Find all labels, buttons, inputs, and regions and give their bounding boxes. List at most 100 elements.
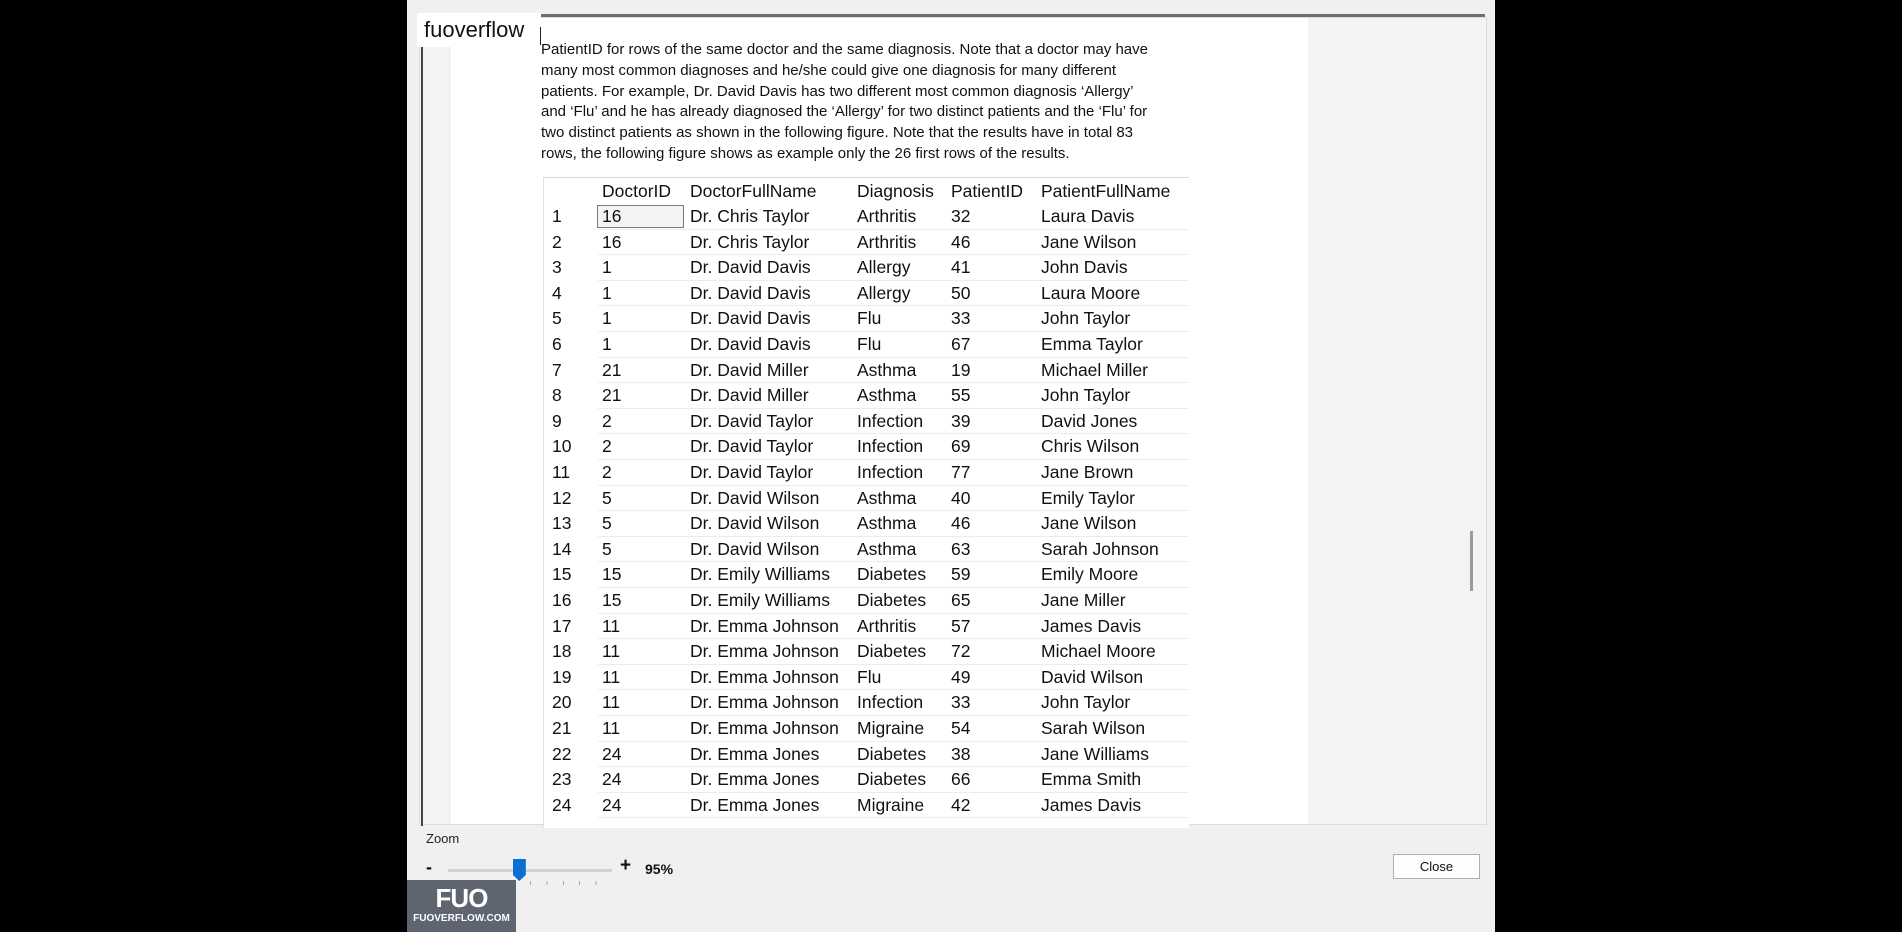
patient-name-cell[interactable]: James Davis xyxy=(1041,614,1141,640)
doctor-id-cell[interactable]: 11 xyxy=(602,716,620,742)
diagnosis-cell[interactable]: Migraine xyxy=(857,793,924,819)
diagnosis-cell[interactable]: Diabetes xyxy=(857,767,926,793)
patient-name-cell[interactable]: Emma Smith xyxy=(1041,767,1141,793)
table-row[interactable]: 4 1 Dr. David Davis Allergy 50 Laura Moore xyxy=(544,281,1189,307)
table-row[interactable]: 19 11 Dr. Emma Johnson Flu 49 David Wilson xyxy=(544,665,1189,691)
doctor-name-cell[interactable]: Dr. Emma Johnson xyxy=(690,690,839,716)
doctor-id-cell[interactable]: 1 xyxy=(602,332,612,358)
diagnosis-cell[interactable]: Arthritis xyxy=(857,204,916,230)
patient-name-cell[interactable]: David Jones xyxy=(1041,409,1137,435)
patient-name-cell[interactable]: James Davis xyxy=(1041,793,1141,819)
patient-name-cell[interactable]: John Taylor xyxy=(1041,383,1130,409)
patient-id-cell[interactable]: 57 xyxy=(951,614,970,640)
patient-name-cell[interactable]: Sarah Wilson xyxy=(1041,716,1145,742)
patient-name-cell[interactable]: Jane Wilson xyxy=(1041,511,1136,537)
diagnosis-cell[interactable]: Arthritis xyxy=(857,614,916,640)
table-row[interactable]: 10 2 Dr. David Taylor Infection 69 Chris Wils… xyxy=(544,434,1189,460)
doctor-id-cell[interactable]: 21 xyxy=(602,358,621,384)
diagnosis-cell[interactable]: Flu xyxy=(857,665,881,691)
patient-name-cell[interactable]: John Davis xyxy=(1041,255,1128,281)
doctor-name-cell[interactable]: Dr. Emma Jones xyxy=(690,793,819,819)
doctor-id-cell[interactable]: 5 xyxy=(602,511,612,537)
patient-id-cell[interactable]: 33 xyxy=(951,306,970,332)
doctor-id-cell[interactable]: 15 xyxy=(602,588,621,614)
doctor-name-cell[interactable]: Dr. Emily Williams xyxy=(690,588,830,614)
patient-id-cell[interactable]: 50 xyxy=(951,281,970,307)
doctor-name-cell[interactable]: Dr. Emma Johnson xyxy=(690,716,839,742)
doctor-id-cell[interactable]: 1 xyxy=(602,255,612,281)
patient-id-cell[interactable]: 59 xyxy=(951,562,970,588)
diagnosis-cell[interactable]: Infection xyxy=(857,434,923,460)
patient-id-cell[interactable]: 39 xyxy=(951,409,970,435)
table-row[interactable]: 13 5 Dr. David Wilson Asthma 46 Jane Wilson xyxy=(544,511,1189,537)
table-row[interactable]: 16 15 Dr. Emily Williams Diabetes 65 Jane Mil… xyxy=(544,588,1189,614)
table-row[interactable]: 22 24 Dr. Emma Jones Diabetes 38 Jane William… xyxy=(544,742,1189,768)
doctor-name-cell[interactable]: Dr. David Davis xyxy=(690,281,811,307)
doctor-id-cell[interactable]: 21 xyxy=(602,383,621,409)
doctor-id-cell[interactable]: 2 xyxy=(602,460,612,486)
doctor-name-cell[interactable]: Dr. Emma Jones xyxy=(690,742,819,768)
table-row[interactable]: 18 11 Dr. Emma Johnson Diabetes 72 Michael Mo… xyxy=(544,639,1189,665)
patient-id-cell[interactable]: 55 xyxy=(951,383,970,409)
patient-id-cell[interactable]: 41 xyxy=(951,255,970,281)
column-header[interactable]: Diagnosis xyxy=(857,179,934,203)
diagnosis-cell[interactable]: Flu xyxy=(857,306,881,332)
doctor-name-cell[interactable]: Dr. Emma Jones xyxy=(690,767,819,793)
zoom-slider-track[interactable] xyxy=(448,869,612,872)
patient-id-cell[interactable]: 69 xyxy=(951,434,970,460)
diagnosis-cell[interactable]: Allergy xyxy=(857,281,911,307)
table-row[interactable]: 2 16 Dr. Chris Taylor Arthritis 46 Jane Wilso… xyxy=(544,230,1189,256)
diagnosis-cell[interactable]: Infection xyxy=(857,690,923,716)
doctor-id-cell[interactable]: 2 xyxy=(602,434,612,460)
column-header[interactable]: PatientID xyxy=(951,179,1023,203)
doctor-name-cell[interactable]: Dr. David Miller xyxy=(690,358,809,384)
doctor-id-cell[interactable]: 5 xyxy=(602,486,612,512)
diagnosis-cell[interactable]: Flu xyxy=(857,332,881,358)
diagnosis-cell[interactable]: Diabetes xyxy=(857,742,926,768)
patient-id-cell[interactable]: 77 xyxy=(951,460,970,486)
diagnosis-cell[interactable]: Infection xyxy=(857,460,923,486)
doctor-id-cell[interactable]: 11 xyxy=(602,690,620,716)
patient-name-cell[interactable]: Jane Miller xyxy=(1041,588,1126,614)
diagnosis-cell[interactable]: Infection xyxy=(857,409,923,435)
patient-name-cell[interactable]: Emily Taylor xyxy=(1041,486,1135,512)
doctor-id-cell[interactable]: 11 xyxy=(602,665,620,691)
doctor-name-cell[interactable]: Dr. Emma Johnson xyxy=(690,639,839,665)
doctor-name-cell[interactable]: Dr. David Taylor xyxy=(690,409,813,435)
diagnosis-cell[interactable]: Diabetes xyxy=(857,562,926,588)
doctor-id-cell[interactable]: 1 xyxy=(602,306,612,332)
doctor-name-cell[interactable]: Dr. David Taylor xyxy=(690,434,813,460)
doctor-id-cell[interactable]: 24 xyxy=(602,742,621,768)
doctor-id-cell[interactable]: 24 xyxy=(602,767,621,793)
patient-id-cell[interactable]: 42 xyxy=(951,793,970,819)
scrollbar-thumb[interactable] xyxy=(1470,531,1473,591)
patient-id-cell[interactable]: 46 xyxy=(951,230,970,256)
diagnosis-cell[interactable]: Diabetes xyxy=(857,639,926,665)
doctor-name-cell[interactable]: Dr. David Davis xyxy=(690,306,811,332)
column-header[interactable]: DoctorFullName xyxy=(690,179,816,203)
table-row[interactable]: 20 11 Dr. Emma Johnson Infection 33 John Tayl… xyxy=(544,690,1189,716)
doctor-name-cell[interactable]: Dr. David Wilson xyxy=(690,537,819,563)
table-row[interactable]: 1 16 Dr. Chris Taylor Arthritis 32 Laura Davi… xyxy=(544,204,1189,230)
diagnosis-cell[interactable]: Arthritis xyxy=(857,230,916,256)
patient-name-cell[interactable]: Jane Brown xyxy=(1041,460,1133,486)
patient-name-cell[interactable]: Michael Miller xyxy=(1041,358,1148,384)
table-row[interactable]: 14 5 Dr. David Wilson Asthma 63 Sarah Johnson xyxy=(544,537,1189,563)
doctor-name-cell[interactable]: Dr. Chris Taylor xyxy=(690,230,809,256)
doctor-name-cell[interactable]: Dr. Chris Taylor xyxy=(690,204,809,230)
patient-name-cell[interactable]: David Wilson xyxy=(1041,665,1143,691)
doctor-id-cell[interactable]: 15 xyxy=(602,562,621,588)
doctor-name-cell[interactable]: Dr. David Davis xyxy=(690,332,811,358)
doctor-id-cell[interactable]: 16 xyxy=(602,204,621,230)
diagnosis-cell[interactable]: Asthma xyxy=(857,511,916,537)
patient-name-cell[interactable]: Michael Moore xyxy=(1041,639,1156,665)
patient-name-cell[interactable]: John Taylor xyxy=(1041,690,1130,716)
doctor-id-cell[interactable]: 11 xyxy=(602,639,620,665)
doctor-name-cell[interactable]: Dr. David Wilson xyxy=(690,511,819,537)
patient-name-cell[interactable]: John Taylor xyxy=(1041,306,1130,332)
diagnosis-cell[interactable]: Allergy xyxy=(857,255,911,281)
vertical-scrollbar[interactable] xyxy=(1466,26,1478,816)
diagnosis-cell[interactable]: Diabetes xyxy=(857,588,926,614)
doctor-id-cell[interactable]: 1 xyxy=(602,281,612,307)
diagnosis-cell[interactable]: Asthma xyxy=(857,358,916,384)
